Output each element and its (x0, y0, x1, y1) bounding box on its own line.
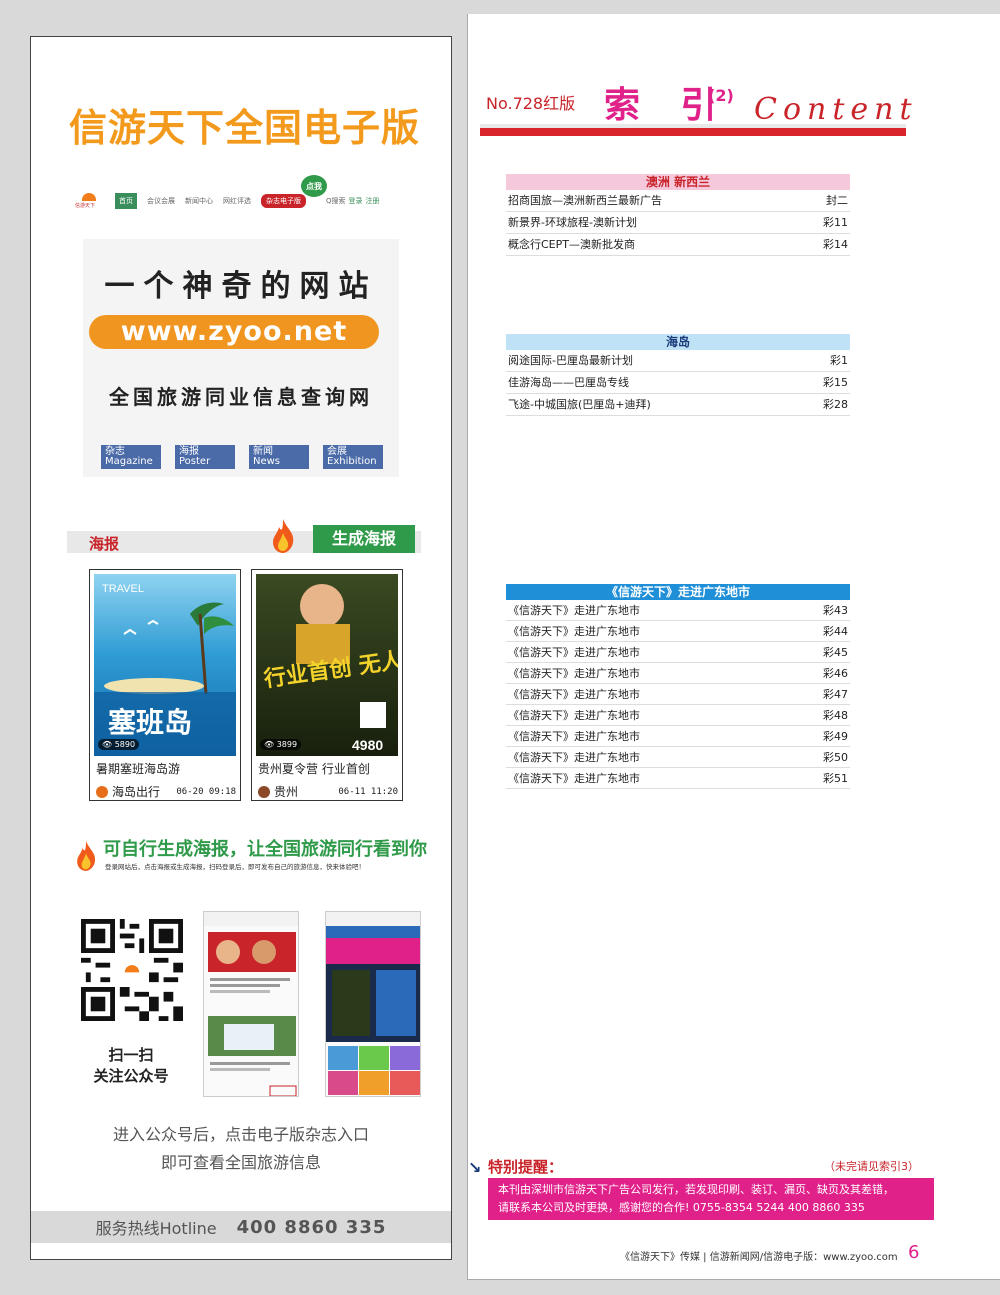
search-link[interactable]: Q搜索 (326, 196, 346, 206)
sun-logo-icon (82, 193, 96, 201)
section-heading: 《信游天下》走进广东地市 (506, 584, 850, 600)
index-row[interactable]: 概念行CEPT—澳新批发商 彩14 (506, 234, 850, 256)
site-navbar: 信游天下 首页 会议会展 新闻中心 网红评选 杂志电子版 点我 Q搜索 登录 注… (75, 175, 415, 215)
index-row[interactable]: 飞途-中城国旅(巴厘岛+迪拜) 彩28 (506, 394, 850, 416)
poster-image: TRAVEL 塞班岛 👁 5890 (94, 574, 236, 756)
promo-title: 可自行生成海报，让全国旅游同行看到你 (103, 839, 427, 860)
poster-time: 06-20 09:18 (176, 786, 236, 797)
flame-icon (77, 841, 96, 871)
phone-screenshot (325, 911, 421, 1097)
qr-code-icon[interactable] (81, 917, 183, 1023)
publisher-avatar (258, 785, 270, 798)
nav-influencer[interactable]: 网红评选 (223, 196, 251, 206)
index-row[interactable]: 招商国旅—澳洲新西兰最新广告 封二 (506, 190, 850, 212)
section-heading: 海岛 (506, 334, 850, 350)
reminder-note: （未完请见索引3） (824, 1160, 919, 1173)
right-panel: No.728红版 索 引 (2) Content 澳洲 新西兰 招商国旅—澳洲新… (467, 14, 1000, 1280)
category-news[interactable]: 新闻 News (249, 445, 309, 469)
index-section-australia: 澳洲 新西兰 招商国旅—澳洲新西兰最新广告 封二 新景界-环球旅程-澳新计划 彩11… (506, 174, 850, 256)
index-row[interactable]: 《信游天下》走进广东地市 彩49 (506, 726, 850, 747)
phone-screenshot (203, 911, 299, 1097)
click-me-bubble[interactable]: 点我 (301, 175, 327, 197)
login-link[interactable]: 登录 (349, 196, 363, 206)
nav-magazine[interactable]: 杂志电子版 (261, 194, 306, 208)
index-row[interactable]: 《信游天下》走进广东地市 彩43 (506, 600, 850, 621)
site-logo[interactable]: 信游天下 (75, 192, 103, 210)
poster-label: 海报 (89, 535, 120, 553)
poster-time: 06-11 11:20 (338, 786, 398, 797)
logo-text: 信游天下 (75, 203, 96, 209)
category-exhibition[interactable]: 会展 Exhibition (323, 445, 383, 469)
index-row[interactable]: 《信游天下》走进广东地市 彩48 (506, 705, 850, 726)
nav-news[interactable]: 新闻中心 (185, 196, 213, 206)
generate-poster-button[interactable]: 生成海报 (313, 525, 415, 553)
hotline-bar: 服务热线Hotline 400 8860 335 (31, 1211, 451, 1243)
poster-meta: 贵州 06-11 11:20 (258, 783, 398, 800)
banner-subline: 全国旅游同业信息查询网 (109, 385, 373, 409)
category-poster[interactable]: 海报 Poster (175, 445, 235, 469)
category-magazine[interactable]: 杂志 Magazine (101, 445, 161, 469)
title-underline-red (480, 128, 906, 136)
wechat-instruction: 进入公众号后，点击电子版杂志入口 即可查看全国旅游信息 (112, 1125, 369, 1172)
index-row[interactable]: 《信游天下》走进广东地市 彩50 (506, 747, 850, 768)
banner-url[interactable]: www.zyoo.net (89, 315, 379, 349)
scan-instruction: 扫一扫 关注公众号 (93, 1046, 169, 1085)
banner-headline: 一个神奇的网站 (104, 269, 378, 304)
main-title: 信游天下全国电子版 (69, 106, 421, 150)
register-link[interactable]: 注册 (366, 196, 380, 206)
index-row[interactable]: 《信游天下》走进广东地市 彩46 (506, 663, 850, 684)
nav-home[interactable]: 首页 (115, 193, 137, 209)
hotline-number[interactable]: 400 8860 335 (237, 1217, 387, 1238)
left-panel: 信游天下全国电子版 信游天下 首页 会议会展 新闻中心 网红评选 杂志电子版 点… (30, 36, 452, 1260)
poster-publisher: 贵州 (274, 785, 299, 799)
index-row[interactable]: 《信游天下》走进广东地市 彩44 (506, 621, 850, 642)
content-word: Content (754, 92, 918, 127)
poster-card[interactable]: 行业首创 无人可比 4980 👁 3899 贵州夏令营 行业首创 贵州 06-1… (251, 569, 403, 801)
index-section-island: 海岛 阅途国际-巴厘岛最新计划 彩1 佳游海岛——巴厘岛专线 彩15 飞途-中城国旅… (506, 334, 850, 416)
hotline-label: 服务热线Hotline (95, 1219, 217, 1238)
poster-title: 暑期塞班海岛游 (96, 762, 181, 776)
category-row: 杂志 Magazine 海报 Poster 新闻 News 会展 Exhibition (101, 445, 383, 469)
reminder-box: 本刊由深圳市信游天下广告公司发行，若发现印刷、装订、漏页、缺页及其差错， 请联系… (488, 1178, 934, 1220)
poster-art-top: TRAVEL (102, 583, 144, 595)
section-heading: 澳洲 新西兰 (506, 174, 850, 190)
issue-number: No.728红版 (486, 94, 576, 113)
poster-views: 👁 3899 (260, 739, 302, 750)
page-footer: 《信游天下》传媒 | 信游新闻网/信游电子版：www.zyoo.com (620, 1252, 898, 1263)
index-row[interactable]: 新景界-环球旅程-澳新计划 彩11 (506, 212, 850, 234)
poster-art-text: 塞班岛 (108, 706, 192, 739)
index-row[interactable]: 《信游天下》走进广东地市 彩45 (506, 642, 850, 663)
poster-views: 👁 5890 (98, 739, 140, 750)
index-section-guangdong: 《信游天下》走进广东地市 《信游天下》走进广东地市 彩43 《信游天下》走进广东地… (506, 584, 850, 789)
page-number: 6 (908, 1242, 920, 1263)
arrow-down-right-icon: ↘ (468, 1158, 482, 1177)
flame-icon (273, 519, 294, 553)
magazine-page: 信游天下全国电子版 信游天下 首页 会议会展 新闻中心 网红评选 杂志电子版 点… (0, 0, 1000, 1295)
index-row[interactable]: 佳游海岛——巴厘岛专线 彩15 (506, 372, 850, 394)
poster-title: 贵州夏令营 行业首创 (258, 762, 370, 776)
index-row[interactable]: 《信游天下》走进广东地市 彩47 (506, 684, 850, 705)
poster-card[interactable]: TRAVEL 塞班岛 👁 5890 暑期塞班海岛游 海岛出行 06-20 09:… (89, 569, 241, 801)
nav-conference[interactable]: 会议会展 (147, 196, 175, 206)
poster-image: 行业首创 无人可比 4980 👁 3899 (256, 574, 398, 756)
site-banner: 一个神奇的网站 www.zyoo.net 全国旅游同业信息查询网 (83, 239, 399, 477)
index-row[interactable]: 阅途国际-巴厘岛最新计划 彩1 (506, 350, 850, 372)
publisher-avatar (96, 785, 108, 798)
poster-price: 4980 (352, 737, 383, 753)
poster-meta: 海岛出行 06-20 09:18 (96, 783, 236, 800)
poster-header-bar: 海报 生成海报 (67, 519, 421, 553)
promo-subtitle: 登录网站后，点击海报或生成海报，扫码登录后，即可发布自己的旅游信息，快来体验吧！ (105, 863, 365, 871)
poster-publisher: 海岛出行 (112, 785, 161, 799)
index-row[interactable]: 《信游天下》走进广东地市 彩51 (506, 768, 850, 789)
reminder-title: 特别提醒： (488, 1158, 564, 1176)
index-number: (2) (708, 86, 734, 105)
